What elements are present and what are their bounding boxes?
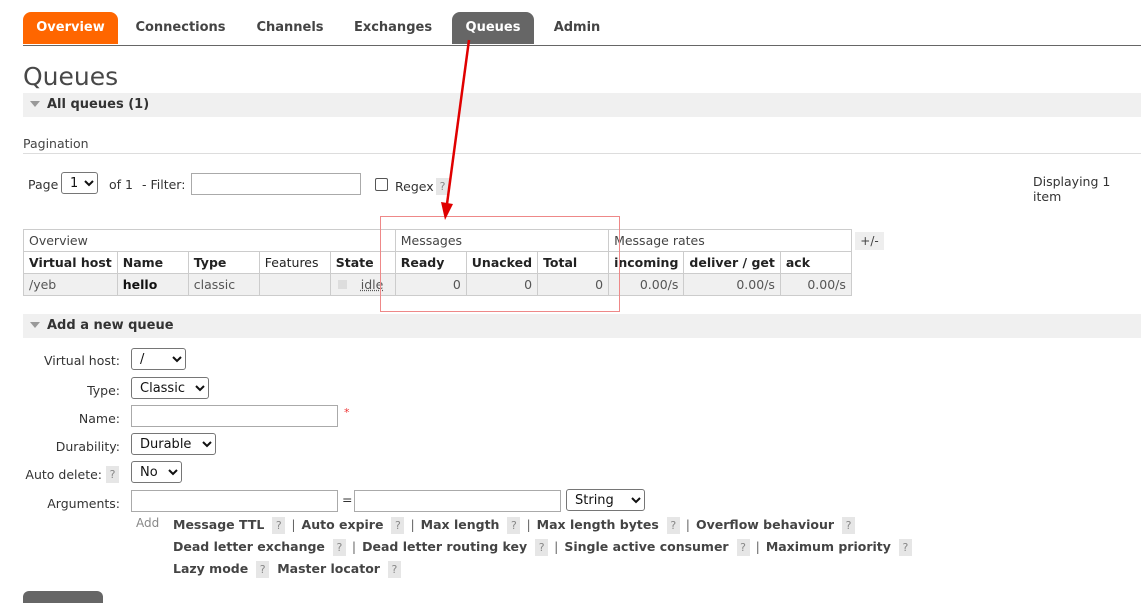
argument-links-row-1: Message TTL? | Auto expire? | Max length? | Ma… (173, 517, 856, 534)
help-icon[interactable]: ? (898, 539, 912, 556)
argument-value-input[interactable] (354, 490, 561, 512)
arguments-label: Arguments: (47, 496, 120, 511)
argument-type-select[interactable]: String (566, 489, 645, 511)
type-select[interactable]: Classic (131, 377, 209, 399)
arg-link-lazy-mode[interactable]: Lazy mode (173, 561, 248, 576)
help-icon[interactable]: ? (736, 539, 750, 556)
argument-links-row-2: Dead letter exchange? | Dead letter routin… (173, 539, 912, 556)
arg-link-maximum-priority[interactable]: Maximum priority (766, 539, 891, 554)
help-icon[interactable]: ? (666, 517, 680, 534)
add-queue-title: Add a new queue (47, 318, 174, 333)
help-icon[interactable]: ? (387, 561, 401, 578)
add-queue-toggle[interactable]: Add a new queue (23, 314, 1141, 338)
queue-name-input[interactable] (131, 405, 338, 427)
arg-link-overflow-behaviour[interactable]: Overflow behaviour (696, 517, 834, 532)
arg-link-dead-letter-routing-key[interactable]: Dead letter routing key (362, 539, 527, 554)
help-icon[interactable]: ? (842, 517, 856, 534)
durability-label: Durability: (55, 439, 120, 454)
help-icon[interactable]: ? (256, 561, 270, 578)
help-icon[interactable]: ? (391, 517, 405, 534)
type-label: Type: (87, 383, 120, 398)
argument-links-row-3: Lazy mode? Master locator? (173, 561, 401, 578)
vhost-select[interactable]: / (131, 348, 186, 370)
arg-link-max-length-bytes[interactable]: Max length bytes (537, 517, 659, 532)
arg-link-single-active-consumer[interactable]: Single active consumer (564, 539, 728, 554)
help-icon[interactable]: ? (507, 517, 521, 534)
arg-link-dead-letter-exchange[interactable]: Dead letter exchange (173, 539, 325, 554)
argument-key-input[interactable] (131, 490, 338, 512)
vhost-label: Virtual host: (43, 353, 120, 368)
help-icon[interactable]: ? (332, 539, 346, 556)
durability-select[interactable]: Durable (131, 433, 216, 455)
equals-sign: = (342, 492, 353, 507)
arg-link-master-locator[interactable]: Master locator (277, 561, 380, 576)
arg-link-auto-expire[interactable]: Auto expire (302, 517, 384, 532)
collapse-triangle-icon (30, 322, 40, 328)
help-icon[interactable]: ? (272, 517, 286, 534)
autodelete-help-icon[interactable]: ? (106, 466, 119, 483)
required-mark: * (344, 406, 350, 419)
autodelete-select[interactable]: No (131, 461, 182, 483)
add-argument-label: Add (136, 516, 160, 530)
name-label: Name: (78, 411, 120, 426)
autodelete-label: Auto delete: (25, 467, 102, 482)
help-icon[interactable]: ? (535, 539, 549, 556)
arg-link-message-ttl[interactable]: Message TTL (173, 517, 264, 532)
add-queue-button[interactable] (23, 591, 103, 603)
arg-link-max-length[interactable]: Max length (421, 517, 500, 532)
